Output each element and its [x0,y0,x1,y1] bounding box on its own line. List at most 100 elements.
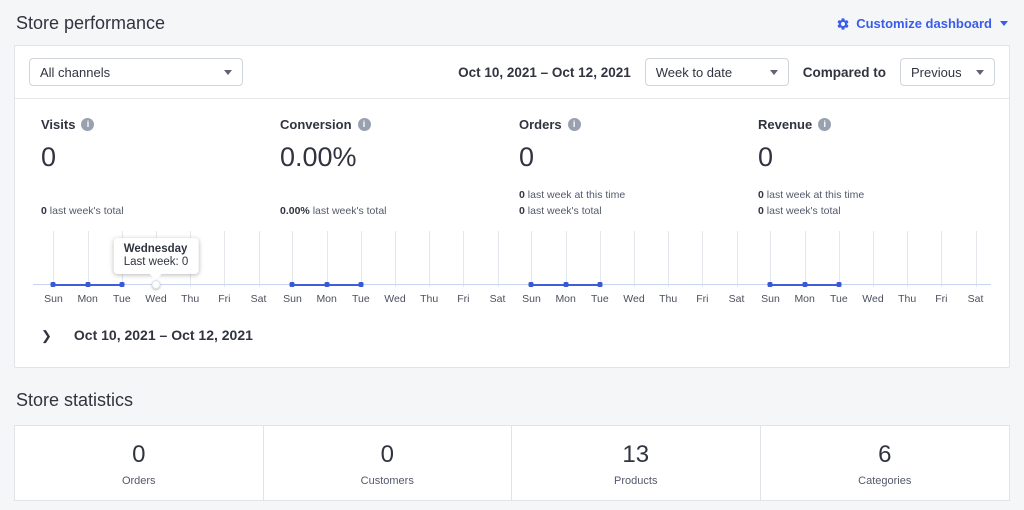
gridline [360,231,362,287]
gear-icon [836,17,850,31]
data-point [802,282,808,287]
chevron-down-icon [224,69,232,75]
chevron-down-icon [1000,21,1008,26]
expand-row-label: Oct 10, 2021 – Oct 12, 2021 [73,327,253,343]
gridline [736,231,738,287]
stat-card-products[interactable]: 13 Products [512,426,761,500]
metric-card-orders: Orders i 0 0 last week at this time 0 la… [511,117,752,307]
metric-subline: 0 last week at this time [758,189,865,201]
day-label: Tue [351,293,370,305]
data-point [597,282,603,287]
metric-subline: 0 last week at this time [519,189,626,201]
day-label: Sun [44,293,63,305]
sparkline-chart-orders[interactable]: Sun Mon Tue Wed Thu Fri Sat [511,231,752,307]
gridline [224,231,226,287]
gridline [463,231,465,287]
gridline [565,231,567,287]
data-point [358,282,364,287]
day-label: Wed [623,293,645,305]
stat-value: 13 [622,441,650,468]
metric-card-conversion: Conversion i 0.00% 0.00% last week's tot… [272,117,513,307]
stat-label: Categories [858,475,912,487]
customize-dashboard-button[interactable]: Customize dashboard [836,16,1008,31]
gridline [873,231,874,287]
customize-dashboard-label: Customize dashboard [856,16,992,31]
metric-value: 0 [758,142,774,172]
metric-value: 0 [519,142,535,172]
gridline [668,231,670,287]
sparkline-chart-conversion[interactable]: Sun Mon Tue Wed Thu Fri Sat [272,231,513,307]
day-label: Sat [967,293,984,305]
info-icon[interactable]: i [567,118,581,131]
day-label: Thu [898,293,917,305]
day-label: Thu [659,293,678,305]
gridline [87,231,89,287]
channel-select[interactable]: All channels [29,58,243,86]
gridline [941,231,943,287]
stat-card-orders[interactable]: 0 Orders [15,426,264,500]
data-point [324,282,330,287]
day-label: Tue [112,293,131,305]
page-header: Store performance Customize dashboard [0,0,1024,45]
day-label: Fri [696,293,709,305]
metric-card-revenue: Revenue i 0 0 last week at this time 0 l… [750,117,991,307]
stat-value: 0 [380,441,394,468]
day-label: Wed [145,293,167,305]
data-point [85,282,91,287]
metric-label: Revenue [758,117,813,132]
gridline [907,231,909,287]
data-point [289,282,295,287]
info-icon[interactable]: i [81,118,95,131]
stat-card-categories[interactable]: 6 Categories [761,426,1010,500]
period-select[interactable]: Week to date [644,58,789,86]
data-point [528,282,534,287]
sparkline-chart-visits[interactable]: Wednesday Last week: 0 Sun Mon Tue Wed Thu Fr… [33,231,274,307]
compared-to-label: Compared to [802,64,886,80]
hover-marker [151,280,161,289]
day-label: Fri [935,293,948,305]
gridline [838,231,840,287]
info-icon[interactable]: i [818,118,832,131]
day-label: Mon [316,293,337,305]
gridline [395,231,396,287]
gridline [258,231,260,287]
gridline [497,231,499,287]
period-select-value: Week to date [655,64,733,80]
store-statistics-title: Store statistics [16,390,134,410]
chevron-down-icon [769,69,778,75]
metric-label: Orders [519,117,562,132]
tooltip-text: Last week: 0 [123,256,189,268]
gridline [429,231,431,287]
gridline [53,231,55,287]
gridline [531,231,533,287]
chart-tooltip: Wednesday Last week: 0 [113,238,199,274]
day-label: Sat [250,293,267,305]
stat-value: 0 [132,441,146,468]
data-point [563,282,569,287]
chevron-down-icon [976,69,984,75]
comparison-select[interactable]: Previous [900,58,995,86]
tooltip-title: Wednesday [123,243,188,255]
day-label: Tue [590,293,609,305]
date-range-text: Oct 10, 2021 – Oct 12, 2021 [458,64,631,80]
expand-date-row[interactable]: ❯ Oct 10, 2021 – Oct 12, 2021 [15,307,1009,367]
day-label: Mon [794,293,815,305]
data-point [836,282,842,287]
sparkline-chart-revenue[interactable]: Sun Mon Tue Wed Thu Fri Sat [750,231,991,307]
metric-value: 0.00% [280,142,357,172]
day-label: Tue [829,293,848,305]
store-performance-panel: All channels Oct 10, 2021 – Oct 12, 2021… [14,45,1010,368]
data-point [119,282,125,287]
data-point [767,282,773,287]
metric-subline: 0 last week's total [758,205,841,217]
gridline [770,231,772,287]
day-label: Mon [555,293,576,305]
gridline [634,231,635,287]
metric-card-visits: Visits i 0 0 last week's total Wednesday… [33,117,274,307]
stat-card-customers[interactable]: 0 Customers [264,426,512,500]
gridline [702,231,704,287]
stat-label: Products [614,475,658,487]
day-label: Wed [384,293,406,305]
info-icon[interactable]: i [357,118,371,131]
store-statistics-row: 0 Orders 0 Customers 13 Products 6 Categ… [14,425,1010,501]
